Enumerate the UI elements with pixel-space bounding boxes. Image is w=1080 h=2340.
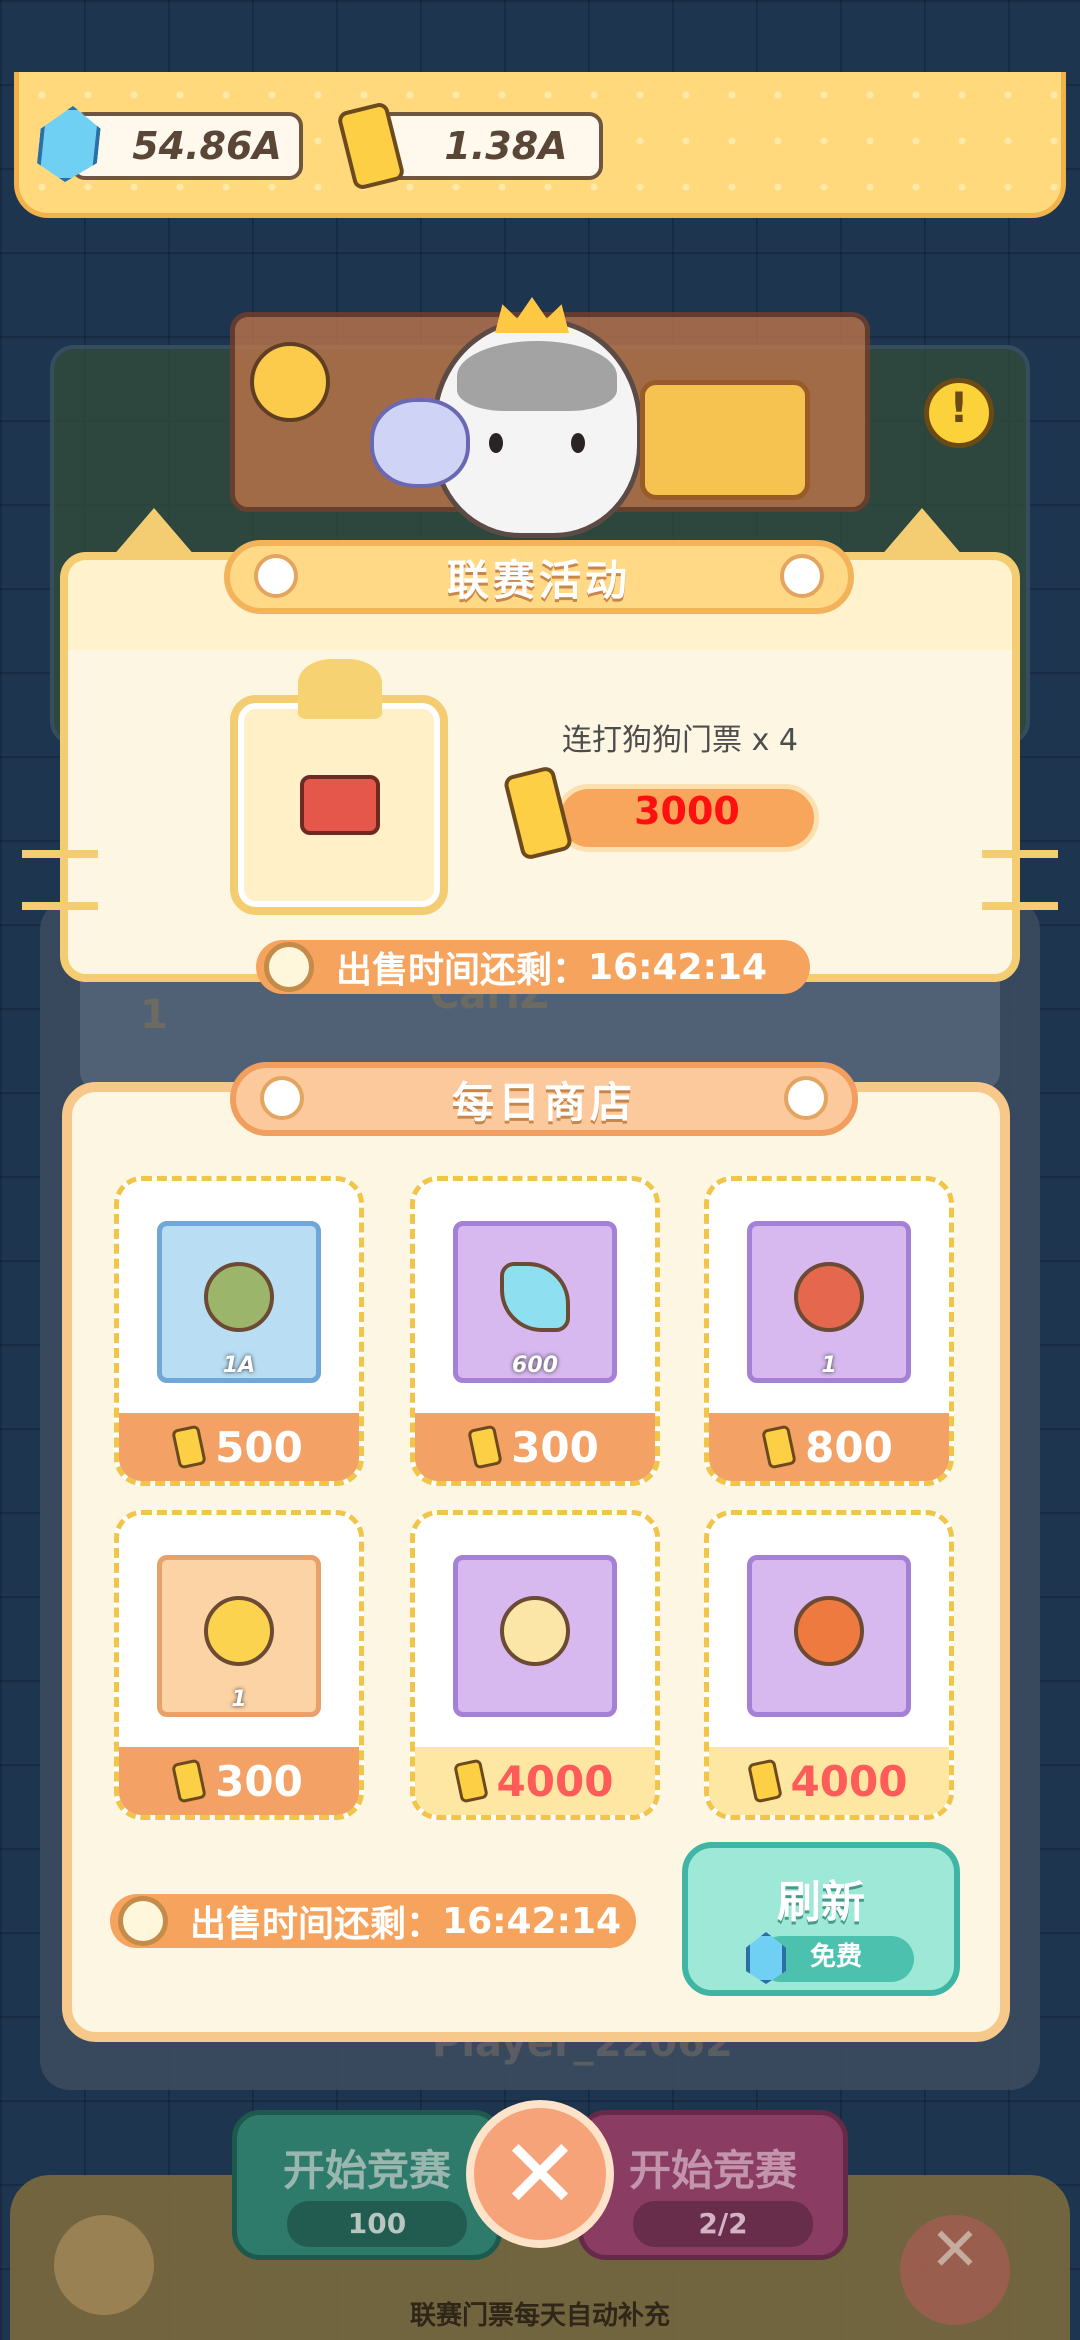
item-box: 1A [157, 1221, 321, 1383]
shop-title: 每日商店 [451, 1077, 636, 1127]
timer-label: 出售时间还剩： [190, 1904, 443, 1945]
panel-handle-left [22, 850, 98, 910]
shop-item-3[interactable]: 1 800 [704, 1176, 954, 1486]
info-icon[interactable]: ! [924, 378, 994, 448]
paw-icon [784, 1076, 828, 1120]
paw-icon [254, 554, 298, 598]
ticket-bottle-icon [746, 1758, 783, 1804]
item-qty: 1 [821, 1353, 837, 1378]
item-price: 800 [805, 1422, 893, 1472]
item-box: 1 [157, 1555, 321, 1717]
shop-item-2[interactable]: 600 300 [410, 1176, 660, 1486]
ticket-icon [794, 1262, 864, 1332]
paw-icon [780, 554, 824, 598]
paw-icon [260, 1076, 304, 1120]
refresh-label: 刷新 [777, 1877, 865, 1928]
clock-icon [264, 942, 314, 992]
timer-value: 16:42:14 [442, 1900, 622, 1942]
ticket-bottle-icon [171, 1424, 208, 1470]
clock-icon [118, 1896, 168, 1946]
ticket-bottle-icon [452, 1758, 489, 1804]
refresh-button[interactable]: 刷新 免费 [682, 1842, 960, 1996]
start-match-count: 2/2 [633, 2201, 813, 2247]
ticket-bottle-icon [171, 1758, 208, 1804]
item-qty: 1 [231, 1687, 247, 1712]
cat-eye [571, 433, 585, 453]
shop-title-ribbon: 每日商店 [230, 1062, 858, 1136]
star-icon [204, 1596, 274, 1666]
item-price-bar: 4000 [415, 1747, 655, 1815]
treasure-chest-icon [640, 380, 810, 500]
ticket-counter[interactable]: 1.38A [369, 112, 603, 180]
paw-ticket-icon [300, 775, 380, 835]
reward-name: 连打狗狗门票 x 4 [562, 723, 798, 758]
close-button[interactable]: ✕ [466, 2100, 614, 2248]
ticket-bottle-icon [761, 1424, 798, 1470]
item-box: 1 [747, 1221, 911, 1383]
jelly-icon [370, 398, 470, 488]
shop-timer: 出售时间还剩： 16:42:14 [110, 1894, 636, 1948]
egg-icon [500, 1596, 570, 1666]
shop-item-1[interactable]: 1A 500 [114, 1176, 364, 1486]
rank-number: 1 [140, 992, 168, 1038]
item-price-bar: 800 [709, 1413, 949, 1481]
item-box [747, 1555, 911, 1717]
item-price: 4000 [496, 1756, 614, 1806]
item-box [453, 1555, 617, 1717]
start-match-button: 开始竞赛 100 [232, 2110, 502, 2260]
item-qty: 600 [512, 1353, 558, 1378]
item-price: 4000 [790, 1756, 908, 1806]
league-timer: 出售时间还剩： 16:42:14 [256, 940, 810, 994]
item-price: 300 [511, 1422, 599, 1472]
league-reward-card[interactable] [230, 659, 448, 915]
item-price-bar: 4000 [709, 1747, 949, 1815]
panel-handle-right [982, 850, 1058, 910]
item-price-bar: 300 [119, 1747, 359, 1815]
gem-amount: 54.86A [132, 124, 282, 168]
item-price: 500 [215, 1422, 303, 1472]
start-match-label: 开始竞赛 [282, 2146, 451, 2195]
league-title: 联赛活动 [446, 555, 631, 605]
ticket-refill-note: 联赛门票每天自动补充 [409, 2301, 670, 2331]
shop-item-5[interactable]: 4000 [410, 1510, 660, 1820]
item-price-bar: 300 [415, 1413, 655, 1481]
league-price: 3000 [634, 789, 740, 833]
cat-fur-patch [457, 341, 617, 411]
start-match-cost: 100 [287, 2201, 467, 2247]
shop-item-6[interactable]: 4000 [704, 1510, 954, 1820]
bow-icon [298, 659, 382, 719]
gem-counter[interactable]: 54.86A [71, 112, 303, 180]
timer-value: 16:42:14 [588, 946, 768, 988]
item-box: 600 [453, 1221, 617, 1383]
leaf-icon [204, 1262, 274, 1332]
item-price: 300 [215, 1756, 303, 1806]
close-icon: ✕ [499, 2118, 581, 2230]
league-title-ribbon: 联赛活动 [224, 540, 854, 614]
ticket-bottle-icon [467, 1424, 504, 1470]
item-qty: 1A [222, 1353, 256, 1378]
shop-item-4[interactable]: 1 300 [114, 1510, 364, 1820]
start-match-label: 开始竞赛 [628, 2146, 797, 2195]
crystal-fish-icon [500, 1262, 570, 1332]
slime-icon [794, 1596, 864, 1666]
timer-label: 出售时间还剩： [336, 950, 589, 991]
ticket-amount: 1.38A [444, 124, 568, 168]
start-match-video-button: 开始竞赛 2/2 [578, 2110, 848, 2260]
league-buy-button[interactable]: 3000 [555, 784, 819, 852]
cat-eye [489, 433, 503, 453]
bee-icon [250, 342, 330, 422]
item-price-bar: 500 [119, 1413, 359, 1481]
currency-bar: 54.86A 1.38A [14, 72, 1066, 218]
crown-icon [495, 297, 569, 333]
